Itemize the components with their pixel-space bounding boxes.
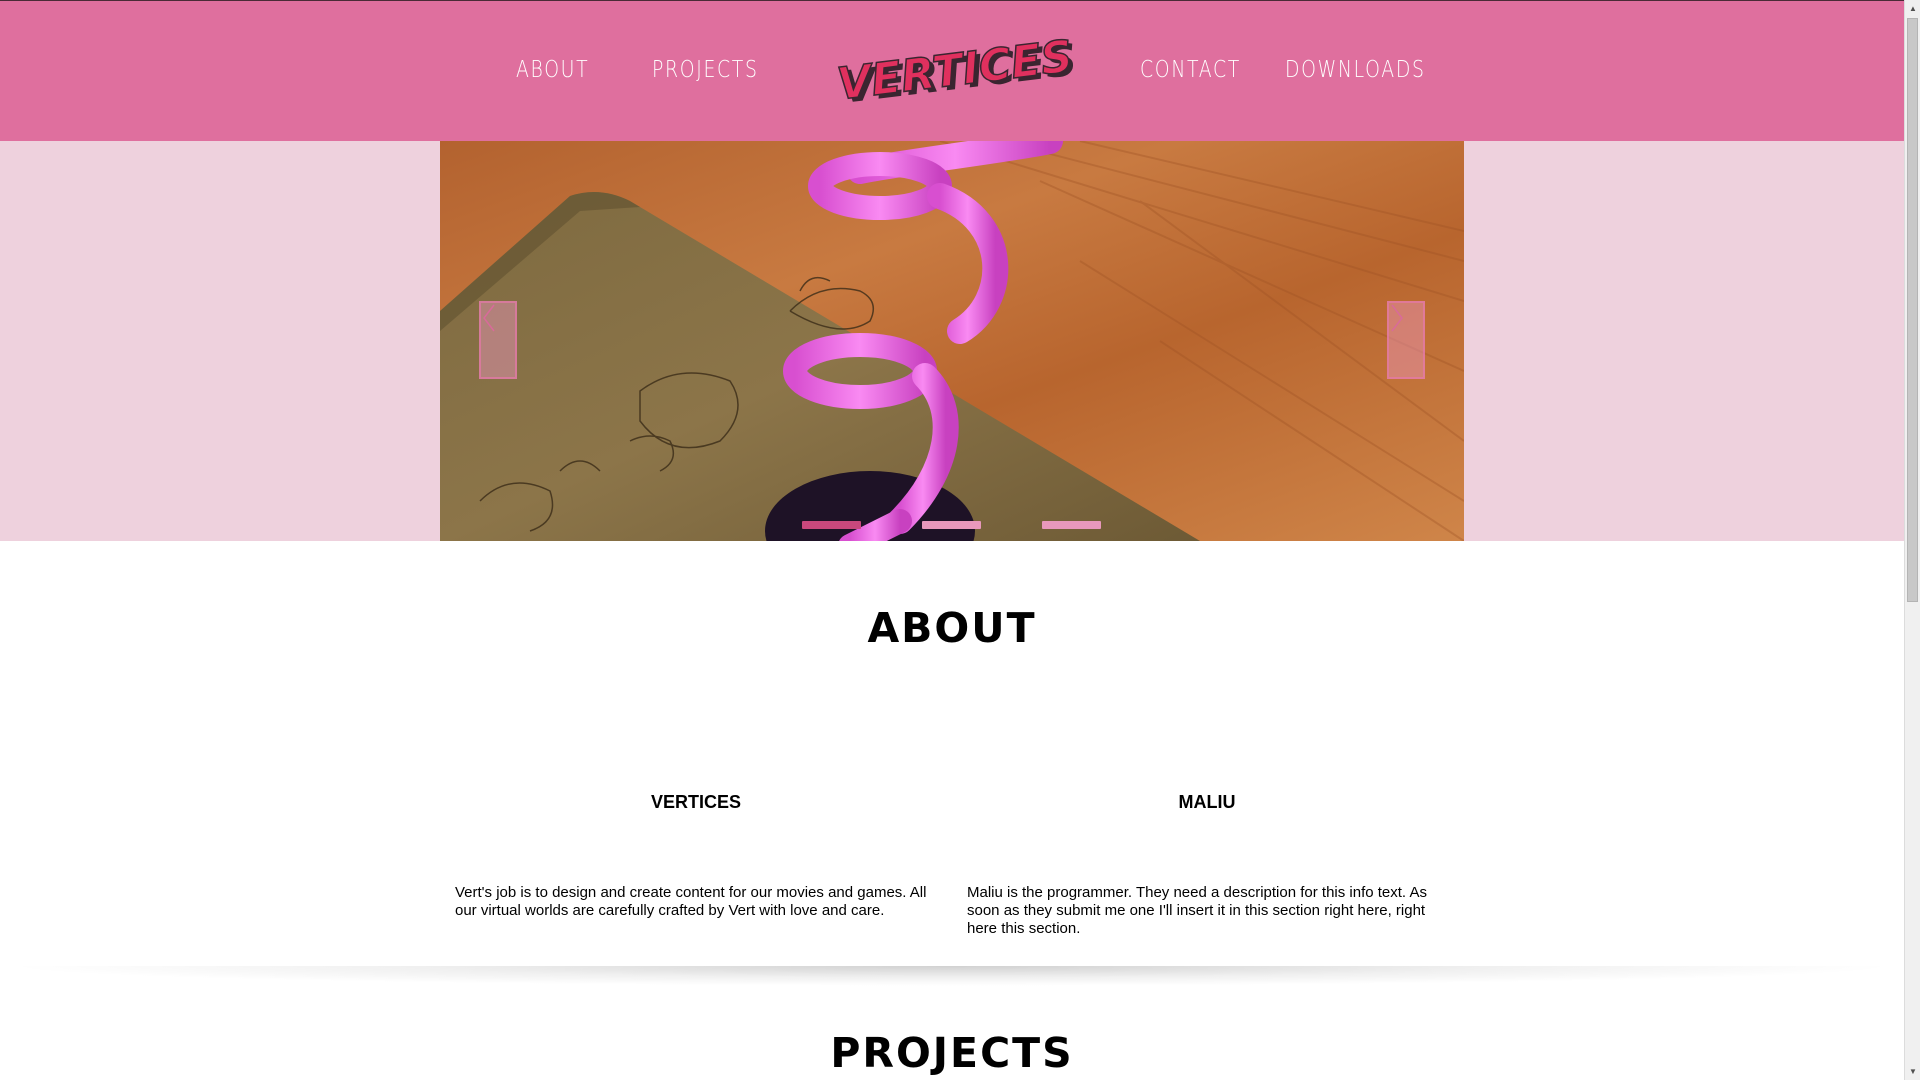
carousel-indicator-2[interactable] <box>922 521 981 529</box>
carousel-next-button[interactable] <box>1387 301 1425 379</box>
page: ABOUT PROJECTS VERTICES VERTICES CONTACT… <box>0 0 1904 1080</box>
vertices-logo-graphic: VERTICES VERTICES <box>836 31 1076 111</box>
about-vertices-text: Vert's job is to design and create conte… <box>455 884 927 919</box>
nav-contact-link[interactable]: CONTACT <box>1140 57 1241 83</box>
carousel-indicator-1[interactable] <box>802 521 861 529</box>
scrollbar-thumb[interactable] <box>1907 18 1918 602</box>
about-vertices-heading: VERTICES <box>650 792 742 812</box>
site-header: ABOUT PROJECTS VERTICES VERTICES CONTACT… <box>0 0 1904 141</box>
scroll-up-arrow-icon[interactable]: ▲ <box>1905 0 1920 17</box>
scroll-down-arrow-icon[interactable]: ▼ <box>1905 1063 1920 1080</box>
carousel-prev-button[interactable] <box>479 301 517 379</box>
slide-illustration <box>440 141 1464 541</box>
nav-about-link[interactable]: ABOUT <box>516 57 589 83</box>
about-maliu-heading: MALIU <box>1178 792 1236 812</box>
nav-projects-link[interactable]: PROJECTS <box>652 57 759 83</box>
chevron-left-icon <box>483 304 495 332</box>
carousel-slide-image <box>440 141 1464 541</box>
about-maliu-text: Maliu is the programmer. They need a des… <box>967 884 1427 937</box>
nav-downloads-link[interactable]: DOWNLOADS <box>1285 57 1426 83</box>
vertical-scrollbar[interactable]: ▲ ▼ <box>1904 0 1920 1080</box>
carousel-indicator-3[interactable] <box>1042 521 1101 529</box>
section-divider <box>0 966 1904 986</box>
about-section-title: ABOUT <box>867 604 1037 652</box>
projects-section-title: PROJECTS <box>830 1029 1074 1077</box>
chevron-right-icon <box>1391 304 1403 332</box>
vertices-logo[interactable]: VERTICES VERTICES <box>836 31 1076 111</box>
